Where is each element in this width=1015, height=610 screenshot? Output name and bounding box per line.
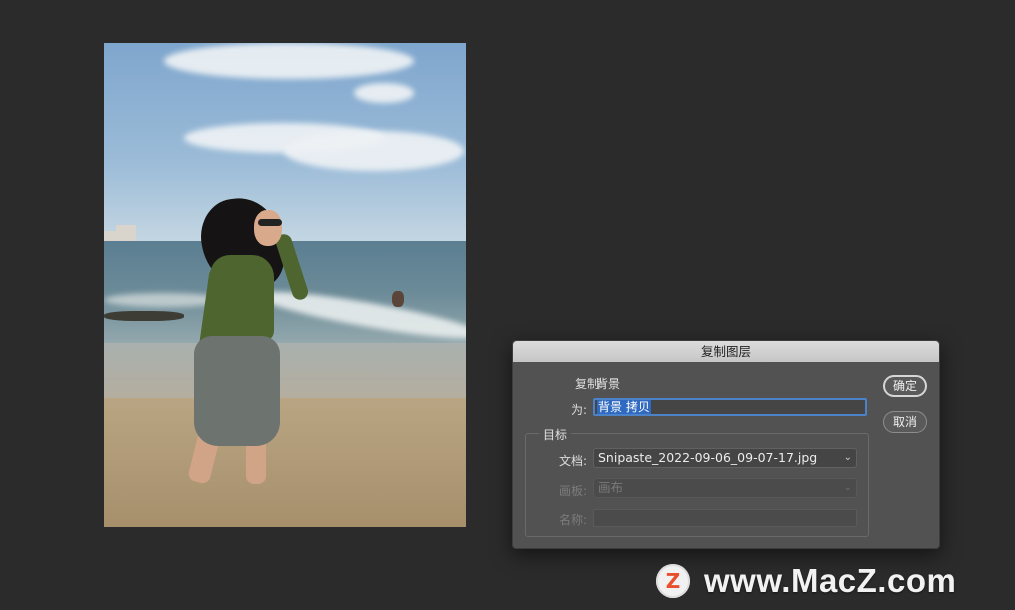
- cloud: [354, 83, 414, 103]
- duplicate-layer-dialog: 复制图层 复制: 背景 为: 背景 拷贝 目标 文档: Snipaste_202…: [512, 340, 940, 549]
- cloud: [284, 131, 464, 171]
- copy-label: 复制:: [574, 377, 603, 391]
- chevron-down-icon: ⌄: [843, 452, 852, 463]
- dialog-title[interactable]: 复制图层: [513, 341, 939, 362]
- woman-top: [210, 255, 274, 341]
- woman-face: [254, 210, 282, 246]
- cloud: [164, 43, 414, 79]
- sunglasses: [258, 219, 282, 226]
- target-title: 目标: [539, 426, 572, 443]
- rocks: [104, 311, 184, 321]
- artboard-label: 画板:: [558, 484, 587, 498]
- canvas-photo: [104, 43, 466, 527]
- woman-pants: [194, 336, 280, 446]
- cancel-button[interactable]: 取消: [883, 411, 927, 433]
- document-label: 文档:: [558, 454, 587, 468]
- as-label: 为:: [570, 403, 587, 417]
- macz-logo-icon: Z: [656, 564, 690, 598]
- layer-name-selection: 背景 拷贝: [597, 400, 651, 414]
- copy-value: 背景: [596, 377, 621, 391]
- document-value: Snipaste_2022-09-06_09-07-17.jpg: [598, 450, 818, 465]
- logo-letter: Z: [665, 569, 681, 593]
- watermark: Z www.MacZ.com: [656, 562, 956, 600]
- name-label: 名称:: [558, 513, 587, 527]
- artboard-value: 画布: [598, 480, 624, 495]
- sand: [104, 398, 466, 527]
- chevron-down-icon: ⌄: [843, 482, 852, 493]
- swimmer: [392, 291, 404, 307]
- artboard-select: 画布 ⌄: [593, 478, 857, 498]
- ok-button[interactable]: 确定: [883, 375, 927, 397]
- name-input: [593, 509, 857, 527]
- layer-name-input[interactable]: 背景 拷贝: [593, 398, 867, 416]
- watermark-text: www.MacZ.com: [704, 562, 957, 599]
- document-select[interactable]: Snipaste_2022-09-06_09-07-17.jpg ⌄: [593, 448, 857, 468]
